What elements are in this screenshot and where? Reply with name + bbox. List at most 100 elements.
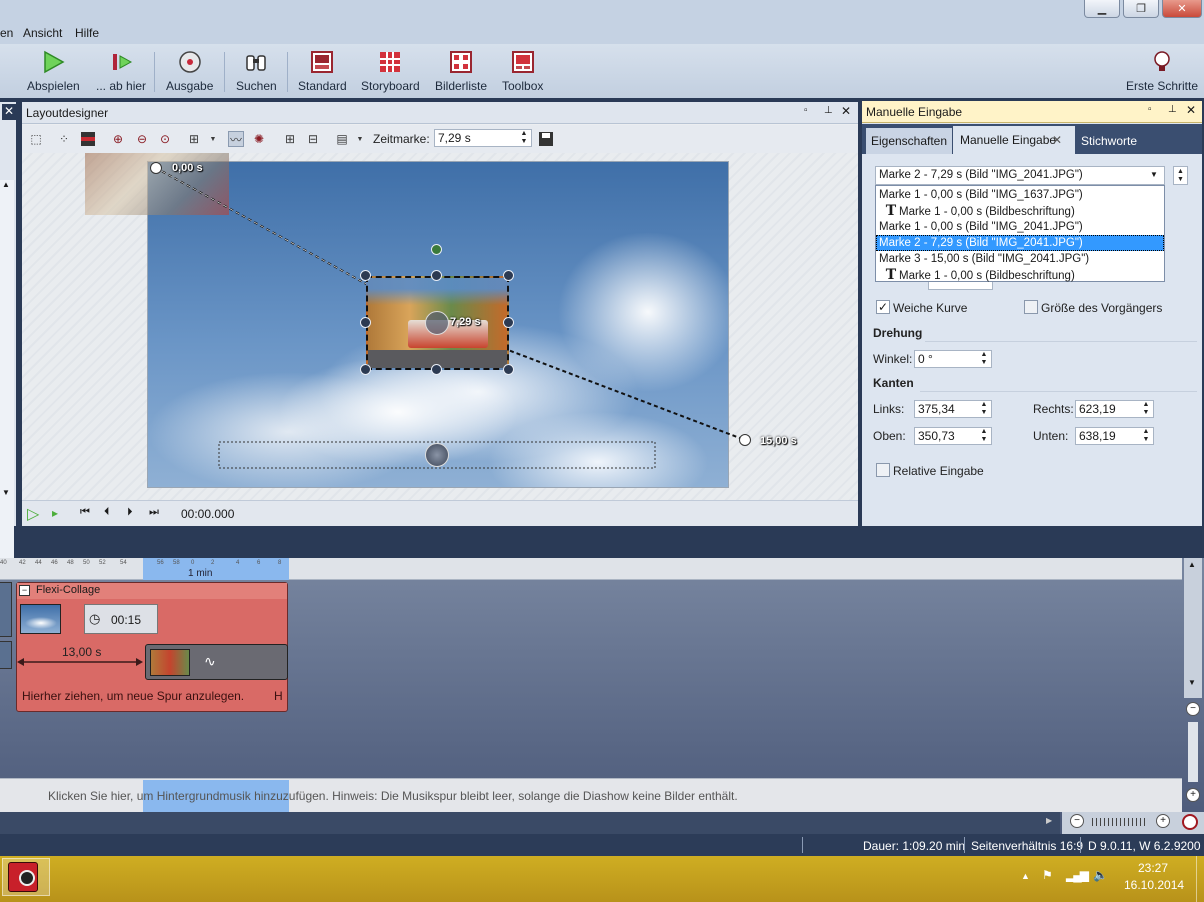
zoom-out-button[interactable]: −: [1070, 814, 1084, 828]
dropdown-option[interactable]: Marke 3 - 15,00 s (Bild "IMG_2041.JPG"): [876, 251, 1164, 267]
taskbar-app-button[interactable]: [2, 858, 50, 896]
tray-flag-icon[interactable]: ⚑: [1042, 868, 1053, 882]
marker-select[interactable]: Marke 2 - 7,29 s (Bild "IMG_2041.JPG"): [875, 166, 1165, 185]
show-desktop-button[interactable]: [1196, 856, 1204, 902]
app-icon-disc: [19, 870, 35, 886]
right-panel-pin-icon[interactable]: ⊥: [1168, 104, 1177, 115]
status-duration: Dauer: 1:09.20 min: [863, 839, 966, 853]
sky-clip-thumbnail[interactable]: [20, 604, 61, 634]
tick-label: 6: [257, 560, 261, 566]
weiche-kurve-label: Weiche Kurve: [893, 301, 968, 315]
skip-first-icon[interactable]: ⏮: [80, 506, 90, 519]
step-back-icon[interactable]: ⏴: [104, 506, 110, 519]
tick-label: 40: [0, 560, 7, 566]
bus-clip[interactable]: ∿: [145, 644, 288, 680]
previous-clip-edge[interactable]: [0, 641, 12, 669]
tick-label: 56: [157, 560, 164, 566]
resize-handle-sw[interactable]: [360, 364, 371, 375]
zoom-plus-round-button[interactable]: +: [1186, 788, 1200, 802]
divider: [925, 341, 1197, 342]
tab-manuelle-eingabe-label: Manuelle Eingabe: [960, 133, 1057, 147]
right-panel-float-icon[interactable]: ▫: [1148, 104, 1152, 115]
dropdown-option[interactable]: T Marke 1 - 0,00 s (Bildbeschriftung): [876, 267, 1164, 283]
rotate-handle[interactable]: [431, 244, 442, 255]
right-panel-close-icon[interactable]: ✕: [1186, 103, 1196, 117]
oben-spinner[interactable]: ▲ ▼: [977, 428, 991, 444]
zoom-search-icon[interactable]: [1182, 814, 1198, 830]
dropdown-option[interactable]: Marke 1 - 0,00 s (Bild "IMG_2041.JPG"): [876, 219, 1164, 235]
scroll-up-icon[interactable]: ▲: [1188, 560, 1196, 569]
marker-dropdown-list[interactable]: Marke 1 - 0,00 s (Bild "IMG_1637.JPG") T…: [875, 185, 1165, 283]
resize-handle-ne[interactable]: [503, 270, 514, 281]
rechts-spinner[interactable]: ▲ ▼: [1139, 401, 1153, 417]
tray-arrow-icon[interactable]: ▲: [1021, 871, 1030, 881]
links-spinner[interactable]: ▲ ▼: [977, 401, 991, 417]
links-label: Links:: [873, 402, 905, 416]
clock-date[interactable]: 16.10.2014: [1124, 878, 1184, 892]
clip-duration-box[interactable]: ◷ 00:15: [84, 604, 158, 634]
scroll-right-icon[interactable]: ▶: [1046, 816, 1052, 825]
drehung-heading: Drehung: [873, 326, 923, 340]
dropdown-option[interactable]: Marke 1 - 0,00 s (Bild "IMG_1637.JPG"): [876, 187, 1164, 203]
relative-label: Relative Eingabe: [893, 464, 984, 478]
horizontal-zoom-slider[interactable]: [1092, 818, 1148, 826]
end-marker-time: 15,00 s: [760, 435, 797, 447]
zoom-in-button[interactable]: +: [1156, 814, 1170, 828]
start-marker-time: 0,00 s: [172, 162, 203, 174]
clip-duration: 00:15: [111, 613, 142, 627]
skip-last-icon[interactable]: ⏭: [149, 506, 159, 519]
bus-clip-thumbnail: [150, 649, 190, 676]
tick-label: 46: [51, 560, 58, 566]
weiche-kurve-checkbox[interactable]: ✓: [876, 300, 890, 314]
resize-handle-s[interactable]: [431, 364, 442, 375]
resize-handle-se[interactable]: [503, 364, 514, 375]
clock-time[interactable]: 23:27: [1138, 861, 1168, 875]
timeline-scrollbar[interactable]: ▲ ▼: [1184, 558, 1202, 698]
path-end-marker[interactable]: [739, 434, 751, 446]
tab-eigenschaften[interactable]: Eigenschaften: [866, 128, 952, 154]
step-forward-icon[interactable]: ⏵: [127, 506, 133, 519]
resize-handle-n[interactable]: [431, 270, 442, 281]
tick-label: 44: [35, 560, 42, 566]
hidden-field-remnant: [928, 282, 993, 290]
tick-label: 52: [99, 560, 106, 566]
winkel-spinner[interactable]: ▲ ▼: [977, 351, 991, 367]
tick-label: 54: [120, 560, 127, 566]
caption-move-icon[interactable]: [425, 443, 449, 467]
groesse-vorgaenger-checkbox[interactable]: [1024, 300, 1038, 314]
mid-marker-time: 7,29 s: [450, 316, 481, 328]
dropdown-option-label: Marke 1 - 0,00 s (Bildbeschriftung): [899, 206, 1075, 218]
timeline-selection[interactable]: [143, 558, 289, 580]
playback-play-icon[interactable]: ▷: [27, 504, 39, 524]
dropdown-option[interactable]: T Marke 1 - 0,00 s (Bildbeschriftung): [876, 203, 1164, 219]
music-hint[interactable]: Klicken Sie hier, um Hintergrundmusik hi…: [48, 789, 738, 803]
zoom-minus-round-button[interactable]: −: [1186, 702, 1200, 716]
status-aspect: Seitenverhältnis 16:9: [971, 839, 1084, 853]
tray-network-icon[interactable]: ▂▄▆: [1066, 868, 1089, 882]
path-start-marker[interactable]: [150, 162, 162, 174]
resize-handle-nw[interactable]: [360, 270, 371, 281]
previous-clip-edge[interactable]: [0, 582, 12, 637]
move-center-icon[interactable]: [425, 311, 449, 335]
relative-checkbox[interactable]: [876, 463, 890, 477]
status-divider: [964, 837, 965, 853]
tick-label: 0: [191, 560, 195, 566]
marker-select-arrow-icon[interactable]: ▼: [1150, 170, 1158, 179]
flexi-collage-header: − Flexi-Collage: [17, 583, 287, 599]
tab-manuelle-eingabe[interactable]: Manuelle Eingabe ✕: [953, 126, 1075, 154]
tick-label: 4: [236, 560, 240, 566]
marker-select-spinner[interactable]: ▲ ▼: [1173, 166, 1188, 185]
tab-close-icon[interactable]: ✕: [1052, 126, 1062, 154]
playback-play-from-icon[interactable]: ▸: [52, 506, 58, 520]
unten-spinner[interactable]: ▲ ▼: [1139, 428, 1153, 444]
collapse-icon[interactable]: −: [19, 585, 30, 596]
tab-stichworte[interactable]: Stichworte: [1076, 128, 1142, 154]
scroll-down-icon[interactable]: ▼: [1188, 678, 1196, 687]
dropdown-option-label: Marke 1 - 0,00 s (Bildbeschriftung): [899, 270, 1075, 282]
resize-handle-e[interactable]: [503, 317, 514, 328]
vertical-zoom-slider[interactable]: [1188, 722, 1198, 782]
resize-handle-w[interactable]: [360, 317, 371, 328]
tray-volume-icon[interactable]: 🔈: [1093, 868, 1108, 882]
timeline-hscroll[interactable]: [0, 812, 1060, 834]
dropdown-option-selected[interactable]: Marke 2 - 7,29 s (Bild "IMG_2041.JPG"): [876, 235, 1164, 251]
